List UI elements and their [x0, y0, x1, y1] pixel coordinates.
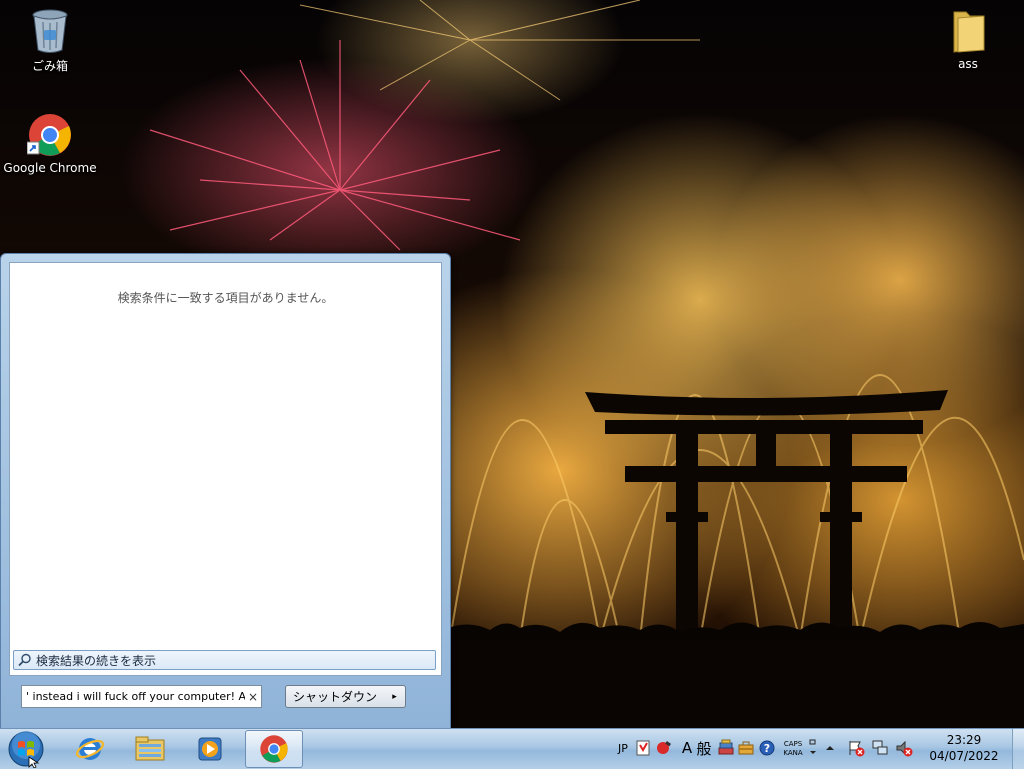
system-clock[interactable]: 23:29 04/07/2022	[922, 732, 1006, 764]
ime-input-mode[interactable]: A	[680, 737, 694, 759]
folder-icon	[953, 11, 985, 53]
start-button[interactable]	[4, 730, 48, 768]
taskbar: JP A 般 ? CAPS KANA 23:29 04/07/2022	[0, 728, 1024, 769]
see-more-results-label: 検索結果の続きを表示	[36, 653, 157, 668]
recycle-bin-icon	[32, 9, 68, 53]
desktop-icon-label: ごみ箱	[31, 59, 68, 73]
ime-help-button[interactable]: ?	[758, 737, 776, 759]
volume-icon[interactable]	[894, 737, 914, 759]
desktop-icon-folder-ass[interactable]: ass	[920, 8, 1016, 71]
help-glyph: ?	[763, 741, 771, 755]
shutdown-button[interactable]: シャットダウン	[285, 685, 385, 708]
restore-and-chevron-icon	[809, 739, 816, 754]
clear-search-button[interactable]: ×	[245, 690, 261, 704]
ime-pad-icon[interactable]	[634, 737, 652, 759]
show-desktop-button[interactable]	[1012, 729, 1024, 769]
desktop-icon-recycle-bin[interactable]: ごみ箱	[2, 8, 98, 74]
media-player-icon	[198, 737, 222, 761]
mouse-cursor-icon	[28, 756, 40, 768]
clock-date: 04/07/2022	[929, 749, 999, 763]
caps-indicator: CAPS	[783, 740, 803, 748]
book-stack-icon	[718, 739, 734, 755]
caps-kana-indicator: CAPS KANA	[780, 735, 806, 763]
taskbar-google-chrome[interactable]	[245, 730, 303, 768]
speaker-muted-icon	[896, 740, 913, 757]
kana-indicator: KANA	[783, 749, 803, 757]
ime-brush-icon	[657, 741, 672, 754]
search-input-value[interactable]: ' instead i will fuck off your computer!…	[22, 690, 245, 703]
action-center-icon[interactable]	[846, 737, 866, 759]
shutdown-options-arrow-button[interactable]: ▸	[384, 685, 406, 708]
chevron-up-icon	[826, 746, 834, 750]
search-results-pane: 検索条件に一致する項目がありません。	[9, 262, 442, 676]
desktop-icon-label: Google Chrome	[3, 161, 97, 175]
ime-document-icon	[636, 740, 650, 756]
ime-toolbox-icon[interactable]	[736, 737, 756, 759]
ie-icon	[75, 738, 105, 760]
language-bar-options-icon[interactable]	[806, 737, 820, 759]
taskbar-internet-explorer[interactable]	[61, 730, 119, 768]
network-icon[interactable]	[870, 737, 890, 759]
chrome-icon	[260, 735, 288, 763]
language-bar-jp[interactable]: JP	[614, 737, 632, 759]
ime-tool-icon[interactable]	[654, 737, 674, 759]
desktop-icon-google-chrome[interactable]: Google Chrome	[2, 112, 98, 175]
see-more-results-link[interactable]: 検索結果の続きを表示	[13, 650, 436, 670]
start-search-box[interactable]: ' instead i will fuck off your computer!…	[21, 685, 262, 708]
taskbar-media-player[interactable]	[181, 730, 239, 768]
taskbar-windows-explorer[interactable]	[121, 730, 179, 768]
flag-warning-icon	[849, 741, 865, 757]
magnifier-icon	[18, 653, 31, 667]
toolbox-icon	[738, 741, 754, 755]
ime-conversion-mode[interactable]: 般	[695, 737, 713, 759]
no-results-message: 検索条件に一致する項目がありません。	[117, 291, 334, 305]
show-hidden-icons-button[interactable]	[823, 737, 837, 759]
clock-time: 23:29	[946, 733, 982, 747]
desktop-icon-label: ass	[958, 57, 978, 71]
network-monitor-icon	[872, 740, 888, 755]
explorer-folder-icon	[135, 736, 165, 761]
ime-dictionary-icon[interactable]	[716, 737, 736, 759]
chrome-icon	[27, 114, 71, 156]
